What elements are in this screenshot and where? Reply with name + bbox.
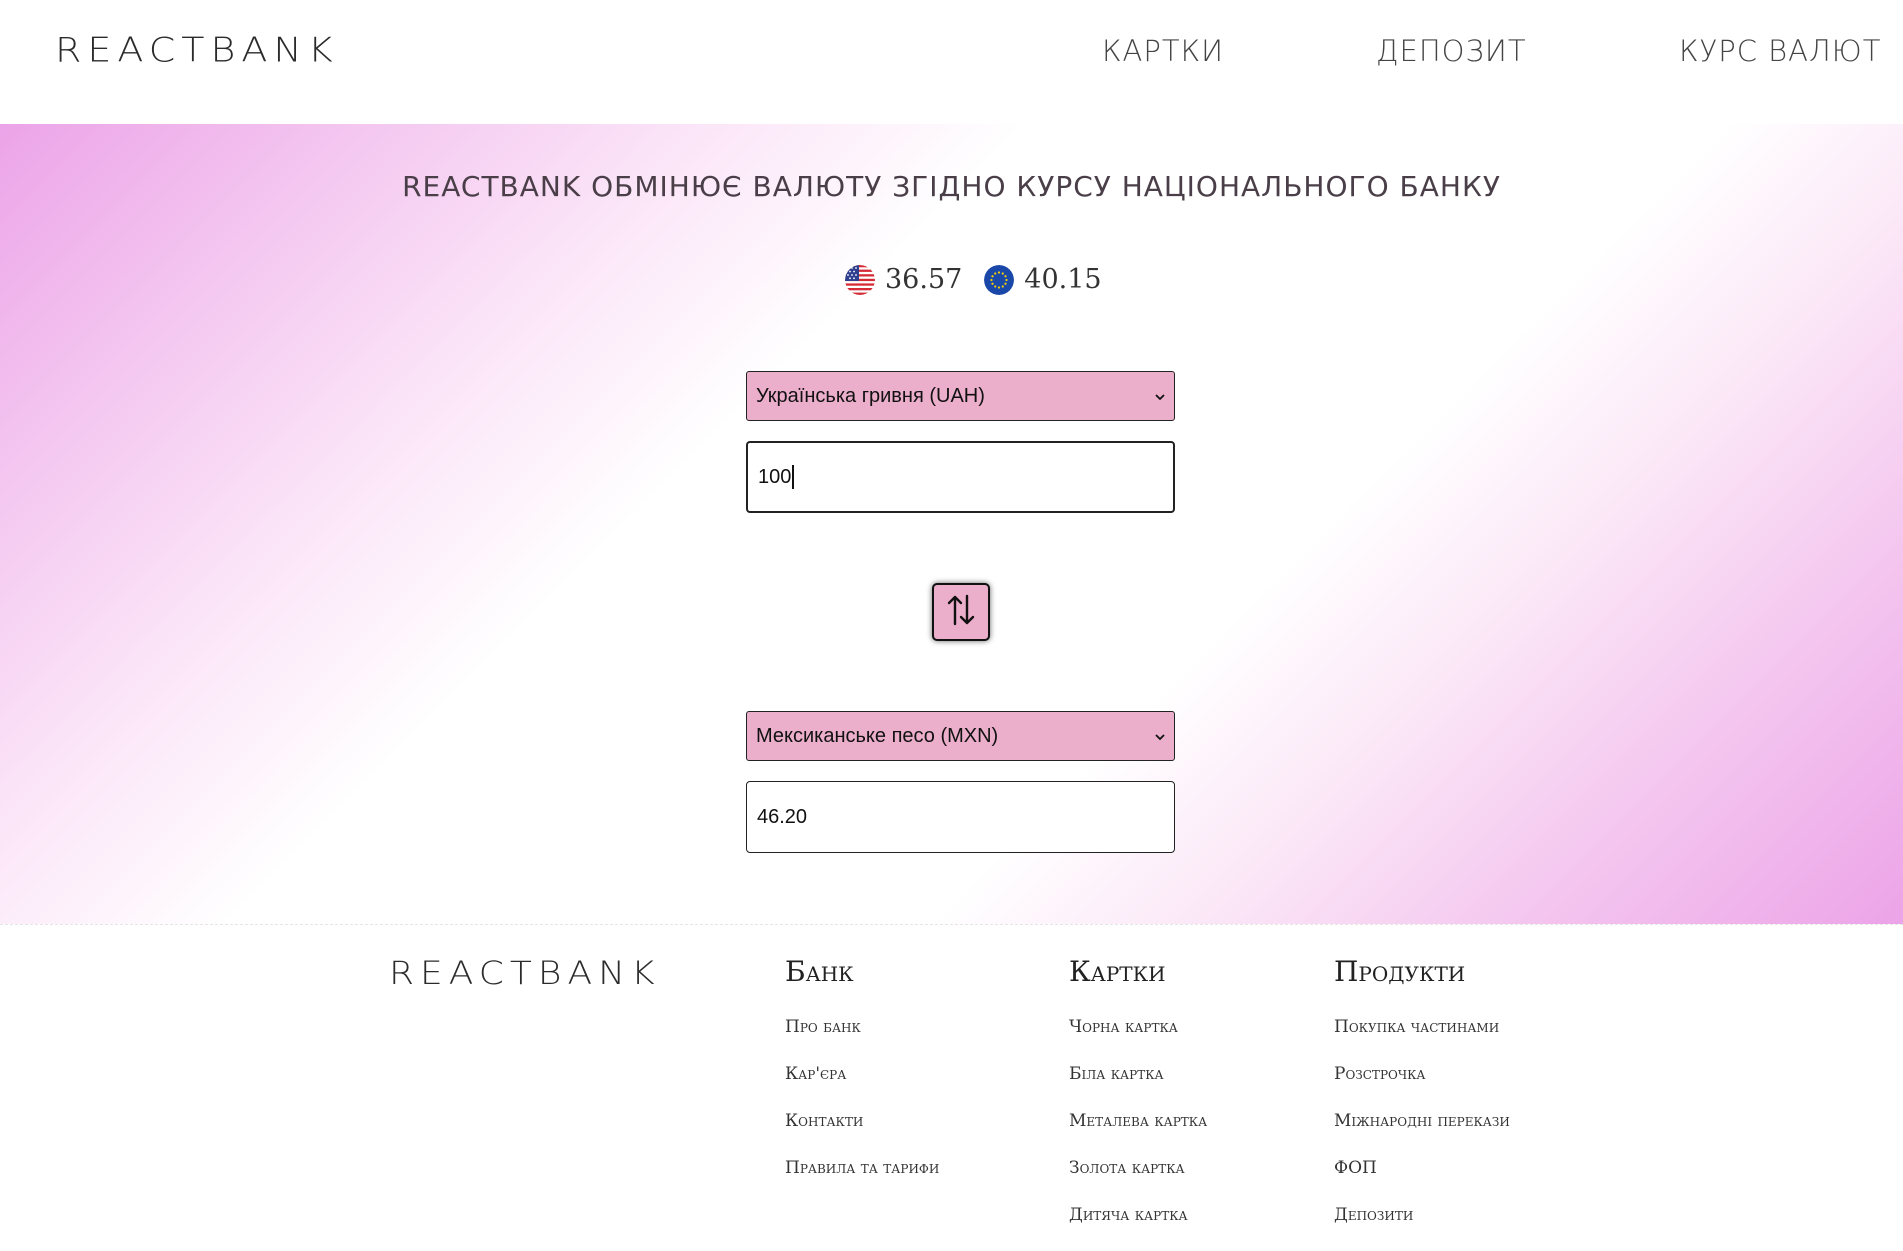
footer-column-products: Продукти Покупка частинами Розстрочка Мі…: [1334, 955, 1510, 1239]
nav-exchange-rates-link[interactable]: КУРС ВАЛЮТ: [1679, 34, 1881, 68]
footer-link-kids-card[interactable]: Дитяча картка: [1069, 1192, 1207, 1239]
exchange-rates: 36.57 40.15: [845, 264, 1124, 295]
footer-column-bank: Банк Про банк Кар'єра Контакти Правила т…: [785, 955, 939, 1192]
from-amount-input[interactable]: 100: [746, 441, 1175, 513]
to-amount-value: 46.20: [757, 805, 808, 828]
to-currency-group: Мексиканське песо (MXN): [746, 711, 1175, 761]
from-amount-group: 100: [746, 441, 1175, 513]
swap-vertical-arrows-icon: [946, 593, 976, 631]
usd-rate: 36.57: [845, 264, 962, 295]
footer-link-about[interactable]: Про банк: [785, 1004, 939, 1051]
footer-link-metal-card[interactable]: Металева картка: [1069, 1098, 1207, 1145]
chevron-down-icon: [1155, 389, 1165, 404]
footer-link-rules-tariffs[interactable]: Правила та тарифи: [785, 1145, 939, 1192]
usd-rate-value: 36.57: [885, 264, 963, 295]
to-currency-value: Мексиканське песо (MXN): [756, 724, 999, 747]
text-caret: [792, 465, 794, 489]
eu-flag-icon: [984, 264, 1015, 295]
to-amount-input[interactable]: 46.20: [746, 781, 1175, 853]
footer-link-fop[interactable]: ФОП: [1334, 1145, 1510, 1192]
page-title: REACTBANK ОБМІНЮЄ ВАЛЮТУ ЗГІДНО КУРСУ НА…: [402, 170, 1501, 203]
site-header: REACTBANK КАРТКИ ДЕПОЗИТ КУРС ВАЛЮТ: [0, 0, 1903, 124]
footer-link-gold-card[interactable]: Золота картка: [1069, 1145, 1207, 1192]
footer-link-black-card[interactable]: Чорна картка: [1069, 1004, 1207, 1051]
eur-rate: 40.15: [984, 264, 1102, 295]
eur-rate-value: 40.15: [1024, 264, 1102, 295]
footer-column-title: Банк: [785, 955, 854, 988]
footer-logo[interactable]: REACTBANK: [389, 955, 661, 992]
footer-column-cards: Картки Чорна картка Біла картка Металева…: [1069, 955, 1207, 1239]
chevron-down-icon: [1155, 729, 1165, 744]
nav-cards-link[interactable]: КАРТКИ: [1102, 34, 1224, 68]
exchange-section: REACTBANK ОБМІНЮЄ ВАЛЮТУ ЗГІДНО КУРСУ НА…: [0, 124, 1903, 924]
footer-link-international-transfers[interactable]: Міжнародні перекази: [1334, 1098, 1510, 1145]
nav-deposit-link[interactable]: ДЕПОЗИТ: [1376, 34, 1527, 68]
footer-link-white-card[interactable]: Біла картка: [1069, 1051, 1207, 1098]
footer-link-installment[interactable]: Розстрочка: [1334, 1051, 1510, 1098]
footer-link-contacts[interactable]: Контакти: [785, 1098, 939, 1145]
footer-link-pay-in-parts[interactable]: Покупка частинами: [1334, 1004, 1510, 1051]
to-amount-group: 46.20: [746, 781, 1175, 853]
header-logo[interactable]: REACTBANK: [55, 30, 339, 70]
footer-link-deposits[interactable]: Депозити: [1334, 1192, 1510, 1239]
swap-currencies-button[interactable]: [932, 583, 990, 641]
from-currency-group: Українська гривня (UAH): [746, 371, 1175, 421]
from-amount-value: 100: [758, 465, 792, 488]
footer-column-title: Картки: [1069, 955, 1166, 988]
us-flag-icon: [845, 264, 875, 295]
from-currency-select[interactable]: Українська гривня (UAH): [746, 371, 1175, 421]
footer-link-careers[interactable]: Кар'єра: [785, 1051, 939, 1098]
to-currency-select[interactable]: Мексиканське песо (MXN): [746, 711, 1175, 761]
footer-column-title: Продукти: [1334, 955, 1466, 988]
from-currency-value: Українська гривня (UAH): [756, 384, 985, 407]
site-footer: REACTBANK Банк Про банк Кар'єра Контакти…: [0, 924, 1903, 1251]
